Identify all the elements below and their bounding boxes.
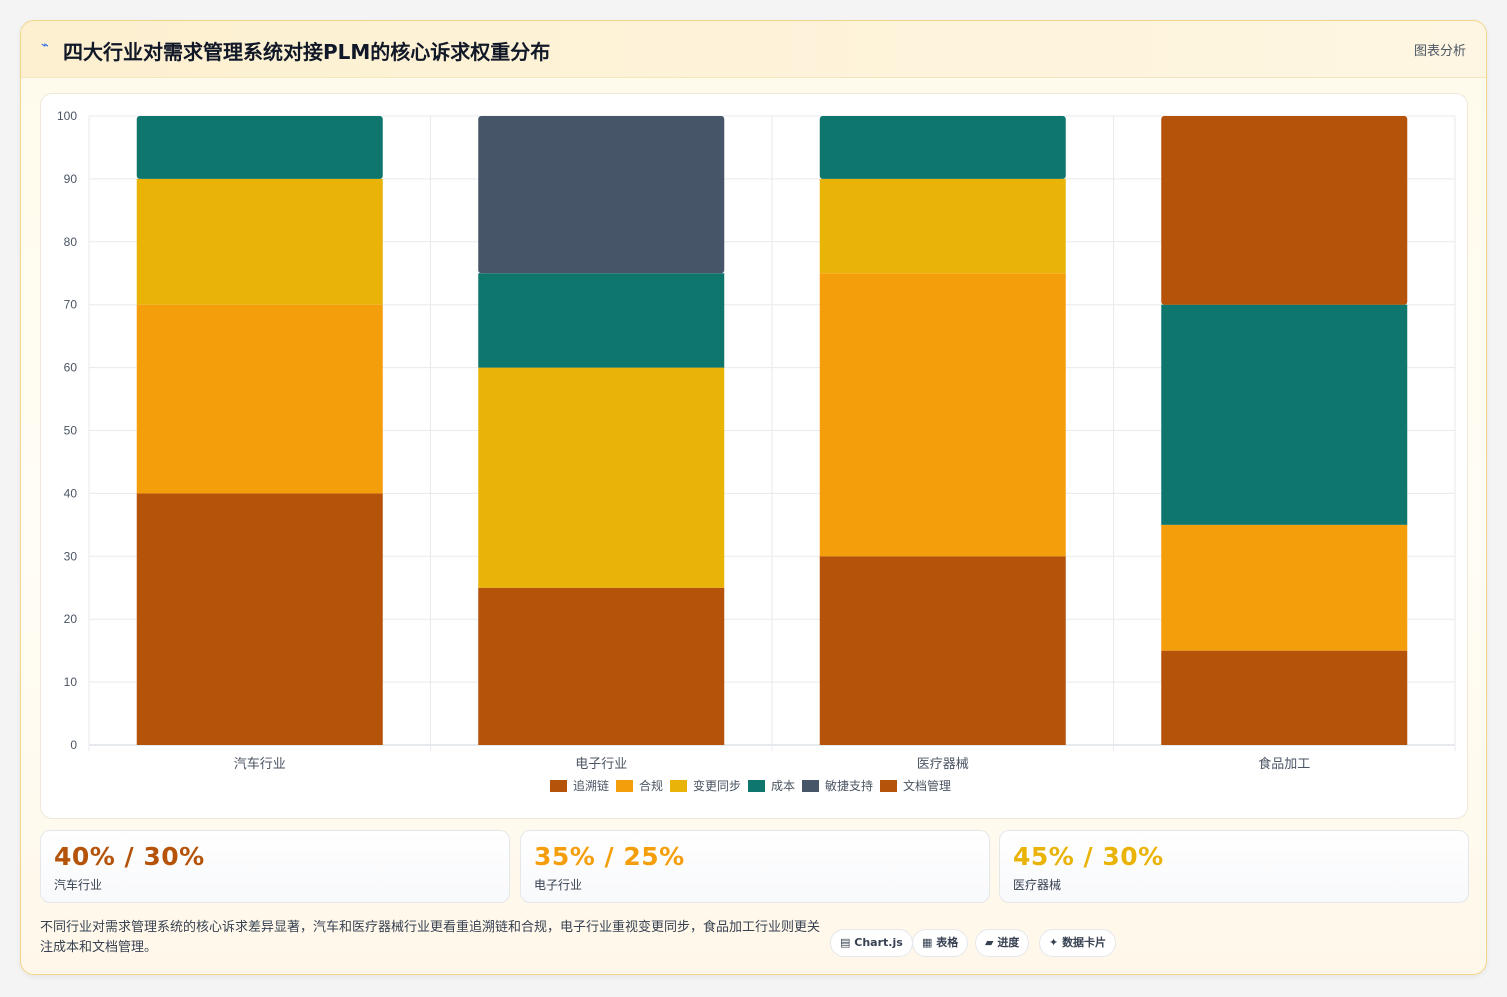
y-tick-label: 10 xyxy=(64,675,78,689)
y-tick-label: 70 xyxy=(64,298,78,312)
bar-segment xyxy=(1161,304,1408,525)
chart-analysis-tag: 图表分析 xyxy=(1413,44,1466,59)
bar-segment xyxy=(136,493,383,745)
bar-segment xyxy=(1161,524,1408,651)
bar-segment xyxy=(136,116,383,179)
stacked-bar-chart: 0 10 20 30 40 50 60 70 80 90 100 汽车行业 电子行业 医疗器械 食品加工追溯… xyxy=(57,109,1456,793)
legend-swatch xyxy=(748,780,765,792)
chip-label: 表格 xyxy=(936,936,959,949)
bar-segment xyxy=(136,178,383,305)
stat-value: 45% / 30% xyxy=(1013,842,1164,871)
bar-segment xyxy=(478,587,725,745)
stat-card: 45% / 30% 医疗器械 xyxy=(999,830,1469,903)
progress-icon: ▰ xyxy=(985,936,994,949)
chip-label: 数据卡片 xyxy=(1062,936,1107,949)
legend-label: 变更同步 xyxy=(693,778,741,793)
legend-label: 追溯链 xyxy=(573,778,609,793)
chip-progress[interactable]: ▰ 进度 xyxy=(975,929,1030,957)
chart-icon: ▤ xyxy=(840,936,851,949)
stat-card: 35% / 25% 电子行业 xyxy=(520,830,990,903)
chip-label: Chart.js xyxy=(854,936,903,949)
chip-data-card[interactable]: ✦ 数据卡片 xyxy=(1039,929,1117,957)
sparkle-icon: ✦ xyxy=(1049,936,1059,949)
bar-segment xyxy=(819,178,1066,274)
chart-card: ⌁ 四大行业对需求管理系统对接PLM的核心诉求权重分布 图表分析 0 10 20 30… xyxy=(20,20,1487,975)
chart-title: 四大行业对需求管理系统对接PLM的核心诉求权重分布 xyxy=(63,40,551,64)
bar-segment xyxy=(478,273,725,368)
card-header: ⌁ 四大行业对需求管理系统对接PLM的核心诉求权重分布 图表分析 xyxy=(21,21,1486,78)
bar-segment xyxy=(478,116,725,274)
bar-segment xyxy=(136,304,383,494)
y-tick-label: 0 xyxy=(70,738,77,752)
legend-label: 文档管理 xyxy=(903,778,951,793)
table-icon: ▦ xyxy=(922,936,933,949)
x-tick-label: 汽车行业 xyxy=(234,756,286,771)
stat-label: 电子行业 xyxy=(534,878,583,892)
stat-value: 35% / 25% xyxy=(534,842,685,871)
stat-label: 汽车行业 xyxy=(54,878,103,892)
bar-segment xyxy=(1161,116,1408,305)
legend-swatch xyxy=(880,780,897,792)
chart-trend-icon: ⌁ xyxy=(41,38,49,53)
stat-card: 40% / 30% 汽车行业 xyxy=(40,830,510,903)
stat-value: 40% / 30% xyxy=(54,842,205,871)
summary-note: 不同行业对需求管理系统的核心诉求差异显著，汽车和医疗器械行业更看重追溯链和合规，… xyxy=(40,920,821,955)
chart-area: 0 10 20 30 40 50 60 70 80 90 100 汽车行业 电子行业 医疗器械 食品加工追溯… xyxy=(40,93,1468,819)
legend-label: 合规 xyxy=(639,778,663,793)
bar-segment xyxy=(819,273,1066,557)
bar-segment xyxy=(1161,650,1408,745)
x-tick-label: 医疗器械 xyxy=(917,756,969,771)
legend-label: 敏捷支持 xyxy=(825,778,873,793)
legend-swatch xyxy=(802,780,819,792)
y-tick-label: 80 xyxy=(64,235,78,249)
legend-swatch xyxy=(670,780,687,792)
legend-swatch xyxy=(550,780,567,792)
chip-table[interactable]: ▦ 表格 xyxy=(912,929,969,957)
y-tick-label: 30 xyxy=(64,549,78,563)
bar-segment xyxy=(819,556,1066,745)
stat-cards: 40% / 30% 汽车行业 35% / 25% 电子行业 45% / 30% … xyxy=(40,830,1470,903)
y-tick-label: 90 xyxy=(64,172,78,186)
legend-label: 成本 xyxy=(771,779,795,793)
y-tick-label: 40 xyxy=(64,486,78,500)
chip-chartjs[interactable]: ▤ Chart.js xyxy=(830,929,913,957)
bar-segment xyxy=(819,116,1066,179)
bar-segment xyxy=(478,367,725,588)
chip-label: 进度 xyxy=(997,936,1020,949)
y-tick-label: 20 xyxy=(64,612,78,626)
x-tick-label: 食品加工 xyxy=(1258,756,1310,771)
y-tick-label: 50 xyxy=(64,424,78,438)
stat-label: 医疗器械 xyxy=(1013,878,1062,892)
y-tick-label: 100 xyxy=(57,109,77,123)
legend-swatch xyxy=(616,780,633,792)
x-tick-label: 电子行业 xyxy=(575,756,627,771)
y-tick-label: 60 xyxy=(64,361,78,375)
